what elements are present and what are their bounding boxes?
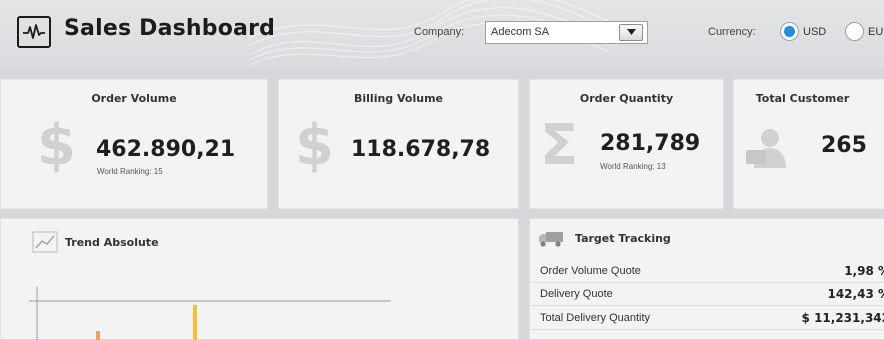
line-chart-icon: [32, 231, 58, 253]
kpi-card-total-customer: Total Customer 265: [733, 79, 884, 209]
truck-icon: [539, 232, 563, 247]
trend-absolute-panel: Trend Absolute: [0, 218, 519, 340]
trend-bar: [193, 305, 197, 340]
target-row-total-delivery-quantity: Total Delivery Quantity $ 11,231,342: [530, 307, 884, 330]
target-row-value: $ 11,231,342: [801, 311, 884, 325]
company-label: Company:: [414, 26, 465, 38]
kpi-value: 118.678,78: [351, 137, 491, 162]
kpi-subtext: World Ranking: 15: [97, 167, 163, 176]
sigma-icon: Σ: [540, 113, 579, 178]
trend-chart: [29, 287, 391, 340]
dashboard-header: Sales Dashboard Company: Adecom SA Curre…: [0, 0, 884, 70]
kpi-value: 462.890,21: [96, 137, 236, 162]
kpi-card-order-volume: Order Volume $ 462.890,21 World Ranking:…: [0, 79, 268, 209]
target-row-value: 142,43 %: [827, 287, 884, 301]
currency-radio-usd[interactable]: [780, 22, 799, 41]
dollar-icon: $: [37, 113, 76, 178]
kpi-card-billing-volume: Billing Volume $ 118.678,78: [278, 79, 519, 209]
currency-radio-usd-label: USD: [803, 26, 827, 38]
customer-icon: [746, 129, 786, 168]
target-row-label: Delivery Quote: [540, 288, 613, 300]
dropdown-button[interactable]: [619, 24, 643, 41]
currency-radio-eur-label: EUR: [868, 26, 884, 38]
triangle-down-icon: [627, 29, 636, 35]
target-row-label: Total Delivery Quantity: [540, 312, 651, 324]
target-row-value: 1,98 %: [844, 264, 884, 278]
target-row-order-volume-quote: Order Volume Quote 1,98 %: [530, 260, 884, 283]
company-select[interactable]: Adecom SA: [485, 21, 648, 44]
target-row-delivery-quote: Delivery Quote 142,43 %: [530, 283, 884, 306]
kpi-title: Billing Volume: [354, 92, 443, 105]
kpi-title: Order Volume: [91, 92, 177, 105]
currency-label: Currency:: [708, 26, 756, 38]
kpi-title: Total Customer: [755, 92, 850, 105]
currency-radio-eur[interactable]: [845, 22, 864, 41]
kpi-value: 281,789: [600, 131, 701, 156]
target-row-label: Order Volume Quote: [540, 265, 641, 277]
kpi-card-order-quantity: Order Quantity Σ 281,789 World Ranking: …: [529, 79, 724, 209]
panel-title: Trend Absolute: [65, 236, 159, 249]
company-select-value: Adecom SA: [491, 26, 550, 38]
panel-title: Target Tracking: [575, 232, 671, 245]
pulse-icon: [17, 16, 51, 48]
target-tracking-panel: Target Tracking Order Volume Quote 1,98 …: [529, 218, 884, 339]
kpi-title: Order Quantity: [579, 92, 674, 105]
page-title: Sales Dashboard: [64, 16, 276, 41]
dollar-icon: $: [295, 113, 334, 178]
kpi-value: 265: [821, 133, 867, 158]
kpi-subtext: World Ranking: 13: [600, 162, 666, 171]
